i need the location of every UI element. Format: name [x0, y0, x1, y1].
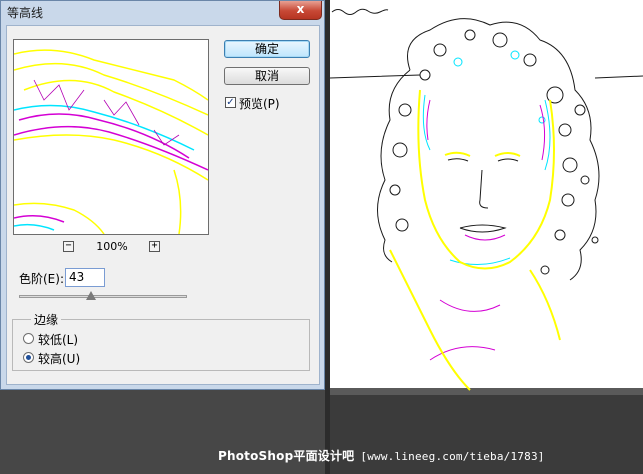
- zoom-out-icon: −: [65, 240, 72, 251]
- level-input[interactable]: 43: [65, 268, 105, 287]
- level-slider-track[interactable]: [19, 295, 187, 298]
- ok-button[interactable]: 确定: [224, 40, 310, 58]
- contour-photo: [330, 18, 643, 391]
- watermark-url: [www.lineeg.com/tieba/1783]: [360, 450, 545, 463]
- level-label: 色阶(E):: [19, 272, 64, 286]
- close-button[interactable]: x: [279, 1, 322, 20]
- contour-dialog: 等高线 x − 100% + 确定 取消 ✓ 预览(P) 色阶(E): 43 边…: [0, 0, 325, 390]
- radio-higher[interactable]: [23, 352, 34, 363]
- dialog-title: 等高线: [7, 6, 44, 20]
- radio-lower-label[interactable]: 较低(L): [38, 331, 78, 348]
- radio-higher-label[interactable]: 较高(U): [38, 350, 80, 367]
- zoom-level: 100%: [96, 240, 128, 253]
- zoom-in-button[interactable]: +: [149, 241, 160, 252]
- edge-group-title: 边缘: [31, 311, 62, 328]
- watermark-brand: PhotoShop平面设计吧: [218, 449, 355, 463]
- zoom-out-button[interactable]: −: [63, 241, 74, 252]
- zoom-in-icon: +: [151, 240, 158, 251]
- preview-contour-image: [14, 40, 208, 234]
- checkmark-icon: ✓: [226, 97, 235, 108]
- preview-checkbox-label[interactable]: 预览(P): [239, 95, 280, 112]
- preview-checkbox[interactable]: ✓: [225, 97, 236, 108]
- radio-lower[interactable]: [23, 333, 34, 344]
- cancel-button[interactable]: 取消: [224, 67, 310, 85]
- close-icon: x: [296, 2, 305, 16]
- watermark: PhotoShop平面设计吧 [www.lineeg.com/tieba/1783…: [218, 447, 638, 465]
- preview-window[interactable]: [13, 39, 209, 235]
- level-slider-thumb[interactable]: [86, 291, 97, 300]
